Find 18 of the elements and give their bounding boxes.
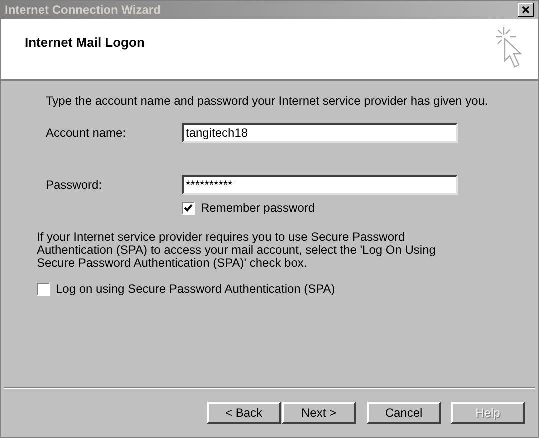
wizard-button[interactable]: Next > xyxy=(282,402,356,424)
input-field[interactable]: ********** xyxy=(182,175,458,195)
window-title: Internet Connection Wizard xyxy=(5,2,161,19)
checkbox-label: Log on using Secure Password Authentication (SPA) xyxy=(56,281,336,298)
input-field[interactable]: tangitech18 xyxy=(182,123,458,143)
wizard-button[interactable]: < Back xyxy=(207,402,281,424)
checkmark-icon xyxy=(184,204,193,212)
checkbox-label: Remember password xyxy=(201,200,316,217)
close-button[interactable] xyxy=(518,3,534,17)
wizard-button[interactable]: Cancel xyxy=(367,402,441,424)
spa-note-text: If your Internet service provider requires you to use Secure Password Authentication (SPA) to access your mail account, select the 'Log On Using Secure Password Authentication (SPA)' check box. xyxy=(37,231,437,270)
field-label: Password: xyxy=(46,177,104,194)
close-icon xyxy=(522,6,530,14)
instruction-text: Type the account name and password your Internet service provider has given you. xyxy=(46,93,490,110)
page-heading: Internet Mail Logon xyxy=(25,34,145,52)
field-label: Account name: xyxy=(46,125,128,142)
checkbox[interactable] xyxy=(182,202,195,214)
checkbox[interactable] xyxy=(37,282,50,296)
